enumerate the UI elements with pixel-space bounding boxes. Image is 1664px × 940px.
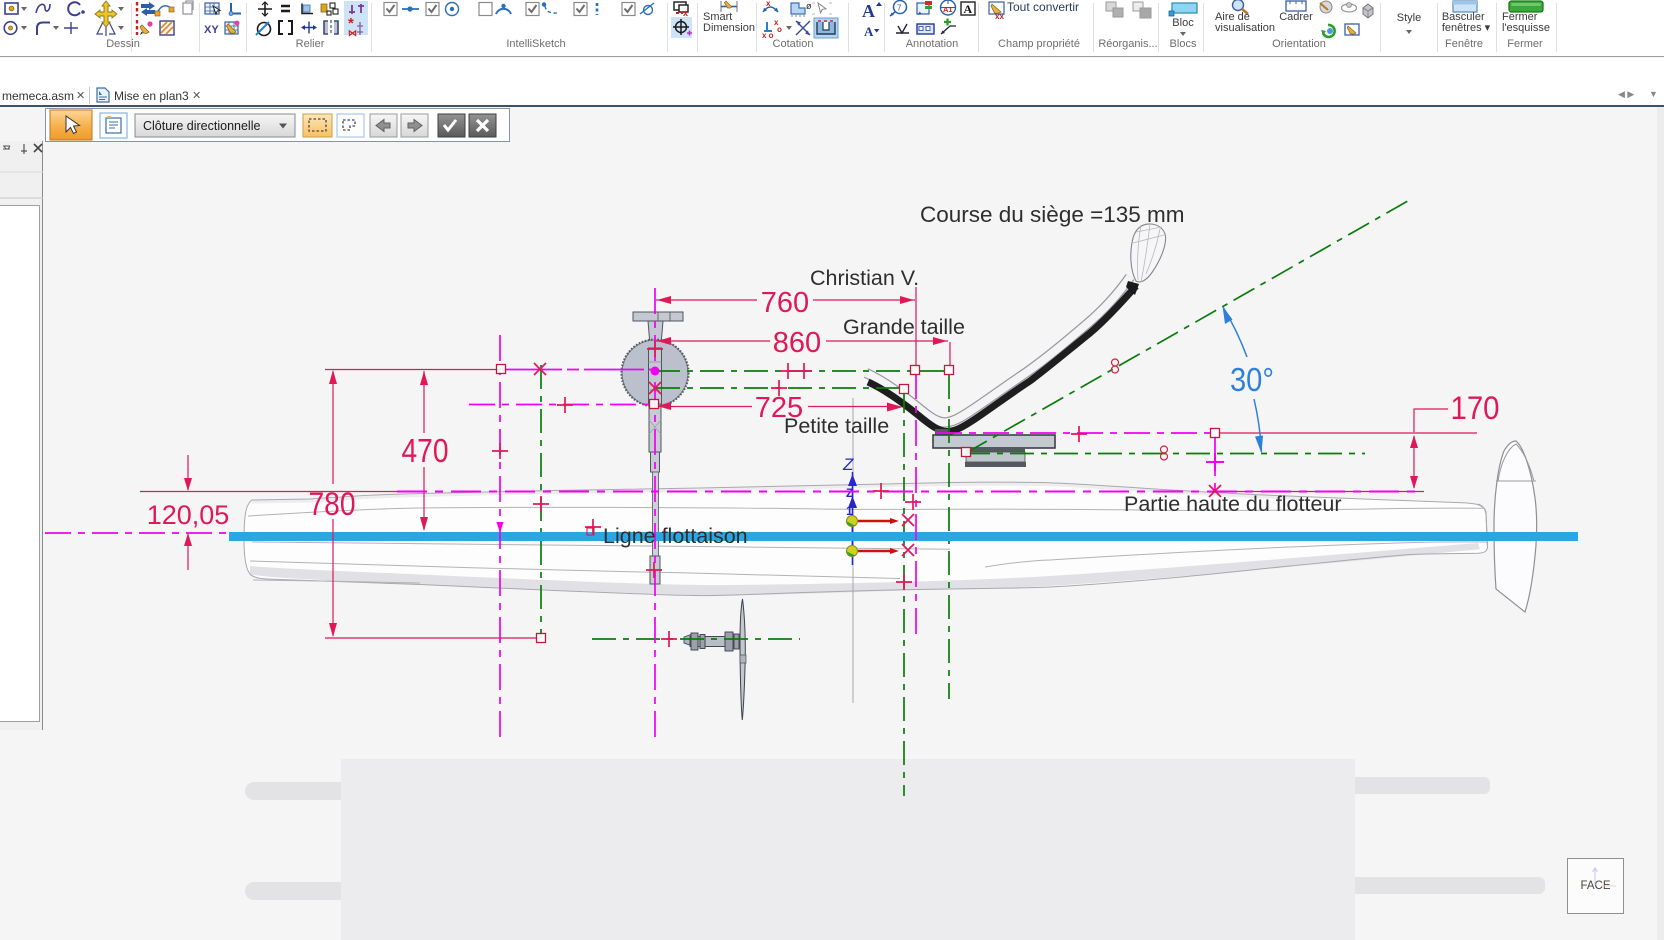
svg-text:725: 725	[755, 392, 803, 424]
svg-text:120,05: 120,05	[147, 500, 230, 530]
svg-text:30°: 30°	[1230, 361, 1274, 398]
svg-text:Ligne flottaison: Ligne flottaison	[603, 524, 748, 548]
svg-text:Partie haute du flotteur: Partie haute du flotteur	[1124, 492, 1342, 516]
svg-text:Z: Z	[842, 455, 854, 474]
svg-text:780: 780	[309, 486, 356, 522]
svg-text:Z: Z	[846, 486, 853, 500]
svg-text:Course du siège =135 mm: Course du siège =135 mm	[920, 202, 1185, 227]
svg-text:760: 760	[761, 287, 809, 319]
svg-text:860: 860	[773, 327, 821, 359]
svg-text:170: 170	[1451, 390, 1500, 426]
svg-text:Christian V.: Christian V.	[810, 266, 919, 290]
svg-text:Grande taille: Grande taille	[843, 315, 965, 339]
svg-text:470: 470	[402, 432, 449, 469]
svg-text:Clôture directionnelle: Clôture directionnelle	[143, 119, 260, 133]
